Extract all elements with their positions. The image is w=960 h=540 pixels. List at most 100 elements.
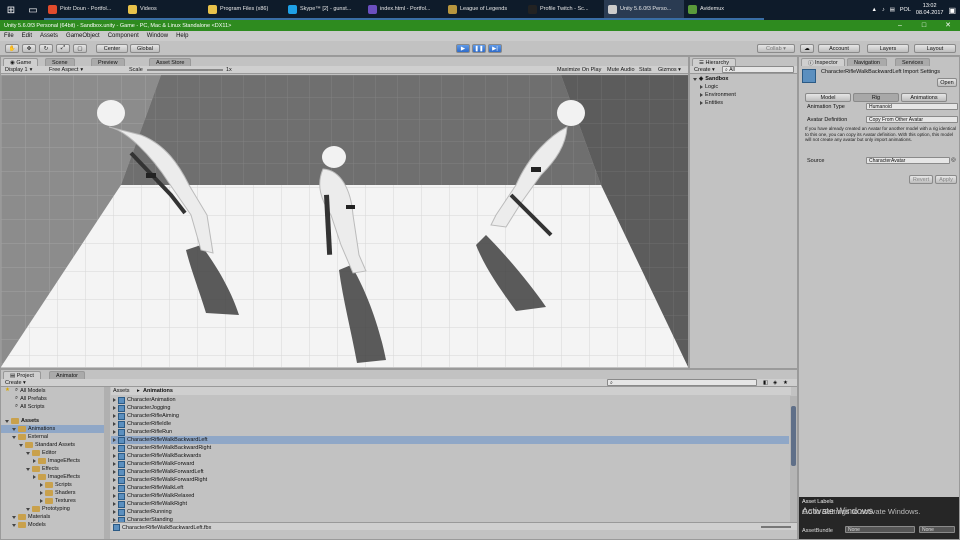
tab-hierarchy[interactable]: ☰ Hierarchy bbox=[692, 58, 737, 66]
file-item[interactable]: CharacterRifleWalkForwardRight bbox=[111, 476, 789, 484]
subtab-animations[interactable]: Animations bbox=[901, 93, 947, 102]
taskbar-app-button[interactable]: Avidemux bbox=[684, 0, 764, 20]
expand-arrow-icon[interactable] bbox=[26, 451, 30, 455]
expand-arrow-icon[interactable] bbox=[113, 478, 116, 482]
expand-arrow-icon[interactable] bbox=[113, 406, 116, 410]
taskbar-app-button[interactable]: Skype™ [2] - gunst... bbox=[284, 0, 364, 20]
assetbundle-dropdown[interactable]: None bbox=[845, 526, 915, 533]
expand-arrow-icon[interactable] bbox=[12, 435, 16, 439]
hierarchy-search-input[interactable]: ⌕ All bbox=[722, 66, 794, 73]
expand-arrow-icon[interactable] bbox=[113, 398, 116, 402]
taskbar-app-button[interactable]: Profile Twitch - Sc... bbox=[524, 0, 604, 20]
tree-folder[interactable]: Animations bbox=[1, 425, 104, 433]
layers-dropdown[interactable]: Layers bbox=[867, 44, 909, 53]
game-viewport[interactable] bbox=[1, 75, 688, 369]
cloud-icon[interactable]: ☁ bbox=[800, 44, 814, 53]
rect-tool-icon[interactable]: ▢ bbox=[73, 44, 87, 53]
stats-toggle[interactable]: Stats bbox=[639, 67, 652, 73]
expand-arrow-icon[interactable] bbox=[113, 414, 116, 418]
network-icon[interactable]: ▤ bbox=[890, 7, 895, 13]
volume-icon[interactable]: ♪ bbox=[882, 7, 885, 13]
expand-arrow-icon[interactable] bbox=[33, 459, 36, 463]
apply-button[interactable]: Apply bbox=[935, 175, 957, 184]
file-list-scrollbar[interactable] bbox=[790, 396, 797, 522]
file-item[interactable]: CharacterRifleWalkLeft bbox=[111, 484, 789, 492]
scale-slider[interactable] bbox=[147, 69, 223, 71]
aspect-dropdown[interactable]: Free Aspect ▾ bbox=[49, 67, 83, 73]
tree-folder[interactable]: ImageEffects bbox=[1, 473, 104, 481]
expand-arrow-icon[interactable] bbox=[113, 486, 116, 490]
source-field[interactable]: CharacterAvatar bbox=[866, 157, 950, 164]
hand-tool-icon[interactable]: ✋ bbox=[5, 44, 19, 53]
assetbundle-variant-dropdown[interactable]: None bbox=[919, 526, 955, 533]
filter-type-icon[interactable]: ◧ bbox=[763, 380, 768, 386]
expand-arrow-icon[interactable] bbox=[19, 443, 23, 447]
favorite-item[interactable]: ⌕ All Prefabs bbox=[15, 395, 47, 402]
tray-arrow-icon[interactable]: ▲ bbox=[871, 7, 876, 13]
menu-file[interactable]: File bbox=[4, 33, 14, 39]
taskbar-app-button[interactable]: League of Legends bbox=[444, 0, 524, 20]
expand-arrow-icon[interactable] bbox=[12, 523, 16, 527]
scene-root[interactable]: ◈ Sandbox bbox=[693, 76, 728, 82]
tree-folder[interactable]: Materials bbox=[1, 513, 104, 521]
menu-help[interactable]: Help bbox=[176, 33, 188, 39]
hierarchy-item-environment[interactable]: Environment bbox=[700, 92, 736, 98]
expand-arrow-icon[interactable] bbox=[26, 507, 30, 511]
taskbar-app-button[interactable]: Videos bbox=[124, 0, 204, 20]
tree-folder[interactable]: Shaders bbox=[1, 489, 104, 497]
hierarchy-item-entities[interactable]: Entities bbox=[700, 100, 723, 106]
rotate-tool-icon[interactable]: ↻ bbox=[39, 44, 53, 53]
language-indicator[interactable]: POL bbox=[900, 7, 911, 13]
expand-arrow-icon[interactable] bbox=[113, 494, 116, 498]
tab-animator[interactable]: Animator bbox=[49, 371, 86, 379]
file-item[interactable]: CharacterRunning bbox=[111, 508, 789, 516]
scrollbar-thumb[interactable] bbox=[791, 406, 796, 466]
expand-arrow-icon[interactable] bbox=[113, 446, 116, 450]
tree-folder[interactable]: ImageEffects bbox=[1, 457, 104, 465]
tab-services[interactable]: Services bbox=[895, 58, 931, 66]
breadcrumb-animations[interactable]: Animations bbox=[143, 388, 173, 394]
revert-button[interactable]: Revert bbox=[909, 175, 933, 184]
tree-folder[interactable]: Prototyping bbox=[1, 505, 104, 513]
task-view-icon[interactable]: ▭ bbox=[22, 0, 44, 20]
expand-arrow-icon[interactable] bbox=[40, 499, 43, 503]
expand-arrow-icon[interactable] bbox=[40, 491, 43, 495]
tree-folder[interactable]: Models bbox=[1, 521, 104, 529]
tree-folder[interactable]: Standard Assets bbox=[1, 441, 104, 449]
menu-component[interactable]: Component bbox=[108, 33, 139, 39]
mute-audio-toggle[interactable]: Mute Audio bbox=[607, 67, 635, 73]
step-icon[interactable]: ▶| bbox=[488, 44, 502, 53]
layout-dropdown[interactable]: Layout bbox=[914, 44, 956, 53]
tree-folder[interactable]: Effects bbox=[1, 465, 104, 473]
taskbar-app-button[interactable]: Program Files (x86) bbox=[204, 0, 284, 20]
tab-project[interactable]: ▤ Project bbox=[3, 371, 41, 379]
file-item[interactable]: CharacterRifleWalkBackwardLeft bbox=[111, 436, 789, 444]
menu-assets[interactable]: Assets bbox=[40, 33, 58, 39]
filter-label-icon[interactable]: ◈ bbox=[773, 380, 777, 386]
file-item[interactable]: CharacterRifleWalkBackwards bbox=[111, 452, 789, 460]
expand-arrow-icon[interactable] bbox=[113, 510, 116, 514]
expand-arrow-icon[interactable] bbox=[40, 483, 43, 487]
tree-scrollbar[interactable] bbox=[104, 387, 110, 539]
pivot-center-button[interactable]: Center bbox=[96, 44, 128, 53]
file-item[interactable]: CharacterRifleWalkForwardLeft bbox=[111, 468, 789, 476]
expand-arrow-icon[interactable] bbox=[693, 77, 697, 81]
expand-arrow-icon[interactable] bbox=[113, 462, 116, 466]
pause-icon[interactable]: ❚❚ bbox=[472, 44, 486, 53]
expand-arrow-icon[interactable] bbox=[113, 430, 116, 434]
expand-arrow-icon[interactable] bbox=[113, 502, 116, 506]
project-search-input[interactable]: ⌕ bbox=[607, 379, 757, 386]
close-button[interactable]: ✕ bbox=[936, 20, 960, 31]
favorite-star-icon[interactable]: ★ bbox=[783, 380, 788, 386]
file-item[interactable]: CharacterRifleIdle bbox=[111, 420, 789, 428]
object-picker-icon[interactable]: ◎ bbox=[951, 157, 956, 163]
expand-arrow-icon[interactable] bbox=[700, 85, 703, 89]
tab-navigation[interactable]: Navigation bbox=[847, 58, 887, 66]
expand-arrow-icon[interactable] bbox=[113, 422, 116, 426]
menu-edit[interactable]: Edit bbox=[22, 33, 32, 39]
tab-scene[interactable]: Scene bbox=[45, 58, 75, 66]
maximize-button[interactable]: □ bbox=[912, 20, 936, 31]
file-item[interactable]: CharacterJogging bbox=[111, 404, 789, 412]
expand-arrow-icon[interactable] bbox=[12, 515, 16, 519]
windows-start-icon[interactable]: ⊞ bbox=[0, 0, 22, 20]
